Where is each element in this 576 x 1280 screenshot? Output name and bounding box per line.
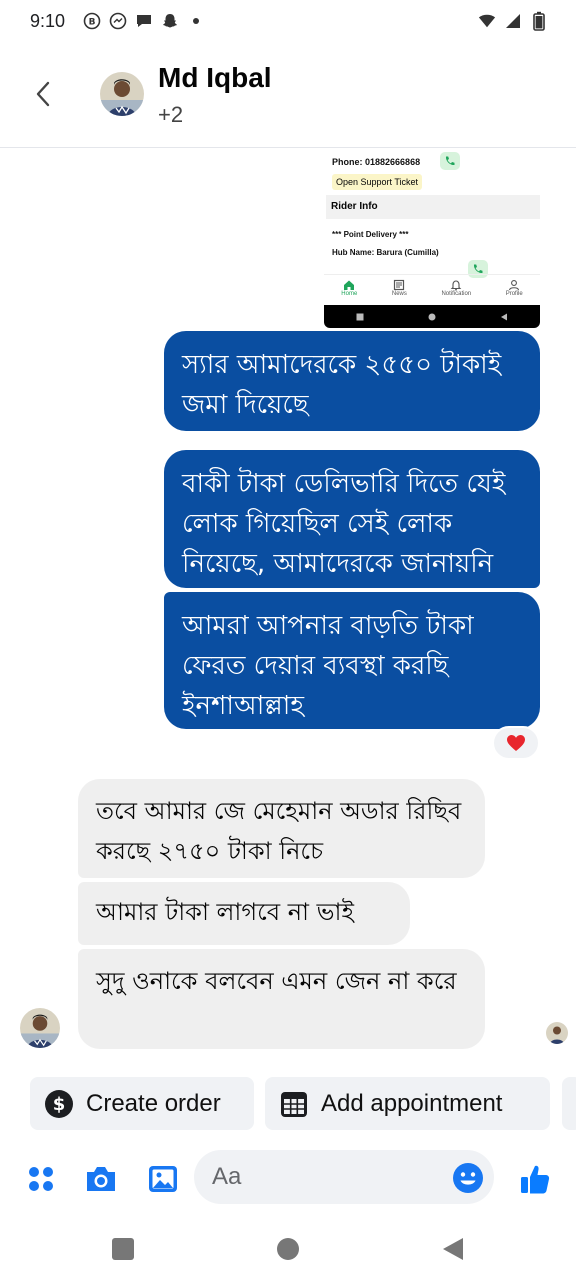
image-hub-name: Hub Name: Barura (Cumilla): [332, 248, 439, 257]
image-ticket-button: Open Support Ticket: [332, 174, 423, 190]
status-bar: 9:10 B: [0, 0, 576, 42]
wifi-icon: [478, 12, 496, 30]
create-order-button[interactable]: $ Create order: [30, 1077, 254, 1130]
dot-icon: [187, 12, 205, 30]
contact-name[interactable]: Md Iqbal: [158, 62, 272, 94]
triangle-left-icon: [443, 1238, 463, 1260]
image-phone-line: Phone: 01882666868: [332, 157, 420, 167]
message-input[interactable]: [194, 1150, 494, 1204]
image-point-delivery: *** Point Delivery ***: [332, 230, 409, 239]
chat-icon: [135, 12, 153, 30]
circle-icon: [428, 313, 436, 320]
image-phone-number: 01882666868: [365, 157, 421, 167]
dollar-icon: $: [45, 1089, 73, 1118]
outgoing-message[interactable]: আমরা আপনার বাড়তি টাকা ফেরত দেয়ার ব্যবস…: [164, 592, 540, 729]
outgoing-message[interactable]: বাকী টাকা ডেলিভারি দিতে যেই লোক গিয়েছিল…: [164, 450, 540, 588]
image-system-bar: [324, 305, 540, 328]
back-button[interactable]: [28, 78, 60, 110]
image-nav-profile: Profile: [506, 275, 523, 304]
incoming-message[interactable]: আমার টাকা লাগবে না ভাই: [78, 882, 410, 945]
messenger-icon: [109, 12, 127, 30]
snapchat-icon: [161, 12, 179, 30]
emoji-button[interactable]: [452, 1162, 484, 1194]
circle-icon: [277, 1238, 299, 1260]
image-icon: [149, 1166, 177, 1192]
like-button[interactable]: [518, 1162, 552, 1196]
incoming-message[interactable]: সুদু ওনাকে বলবেন এমন জেন না করে: [78, 949, 485, 1049]
more-actions-chip[interactable]: [562, 1077, 576, 1130]
camera-button[interactable]: [84, 1162, 118, 1196]
calendar-icon: [281, 1091, 307, 1117]
add-appointment-button[interactable]: Add appointment: [265, 1077, 550, 1130]
contact-subtitle: +2: [158, 102, 184, 127]
image-phone-label: Phone:: [332, 157, 363, 167]
system-nav-bar: [0, 1214, 576, 1280]
contact-avatar[interactable]: [100, 72, 144, 116]
add-appointment-label: Add appointment: [321, 1089, 503, 1117]
sender-avatar[interactable]: [20, 1008, 60, 1048]
phone-call-icon: [440, 152, 460, 170]
image-section-title: Rider Info: [326, 195, 540, 219]
chevron-left-icon: [36, 81, 50, 107]
image-nav-news: News: [392, 275, 407, 304]
read-receipt-avatar: [546, 1022, 568, 1044]
profile-icon: [509, 280, 520, 291]
news-icon: [394, 279, 405, 291]
image-bottom-nav: Home News Notification Profile: [324, 274, 540, 304]
incoming-message[interactable]: তবে আমার জে মেহেমান অডার রিছিব করছে ২৭৫০…: [78, 779, 485, 878]
create-order-label: Create order: [86, 1089, 221, 1117]
home-icon: [344, 280, 355, 290]
bell-icon: [450, 280, 462, 291]
image-nav-notification: Notification: [441, 275, 471, 304]
svg-text:$: $: [53, 1094, 66, 1115]
square-icon: [356, 313, 364, 320]
heart-reaction[interactable]: [492, 726, 540, 760]
image-message[interactable]: Phone: 01882666868 Open Support Ticket R…: [324, 150, 540, 328]
status-time: 9:10: [30, 10, 66, 31]
outgoing-message[interactable]: স্যার আমাদেরকে ২৫৫০ টাকাই জমা দিয়েছে: [164, 331, 540, 431]
system-back-button[interactable]: [438, 1234, 468, 1264]
message-composer: [0, 1148, 576, 1208]
gallery-button[interactable]: [146, 1162, 180, 1196]
apps-button[interactable]: [24, 1162, 58, 1196]
square-icon: [112, 1238, 134, 1260]
triangle-icon: [501, 313, 507, 320]
signal-icon: [504, 12, 522, 30]
home-button[interactable]: [273, 1234, 303, 1264]
thumbs-up-icon: [521, 1165, 550, 1194]
heart-icon: [507, 735, 525, 751]
svg-text:B: B: [89, 18, 96, 28]
camera-icon: [87, 1167, 115, 1191]
image-nav-home: Home: [341, 275, 357, 304]
conversation-header: Md Iqbal +2: [0, 42, 576, 148]
recents-button[interactable]: [108, 1234, 138, 1264]
b-circle-icon: B: [83, 12, 101, 30]
battery-icon: [530, 11, 548, 31]
smiley-icon: [453, 1163, 483, 1193]
grid-dots-icon: [29, 1167, 53, 1191]
